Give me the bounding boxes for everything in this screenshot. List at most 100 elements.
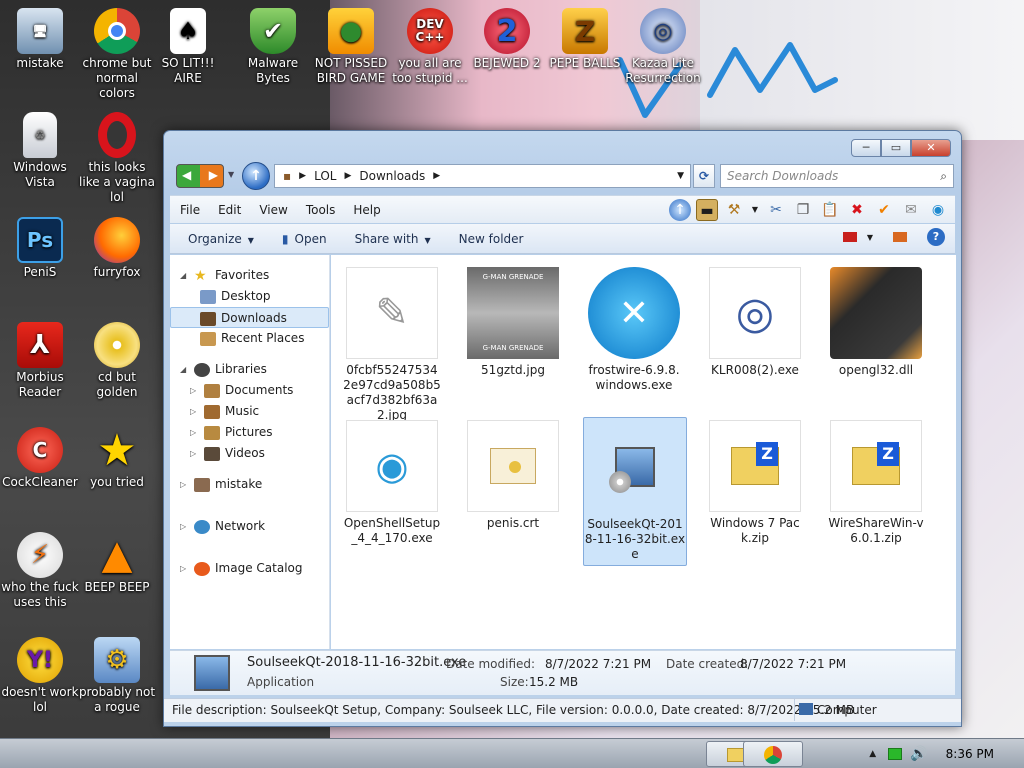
paste-icon[interactable]: 📋 bbox=[819, 199, 841, 221]
file-item[interactable]: opengl32.dll bbox=[827, 267, 925, 378]
desktop-icon-bird-game[interactable]: ● NOT PISSED BIRD GAME bbox=[311, 8, 391, 86]
open-button[interactable]: ▮ Open bbox=[282, 232, 327, 246]
desktop-icon-vlc[interactable]: ▲ BEEP BEEP bbox=[77, 532, 157, 595]
address-dropdown-icon[interactable]: ▼ bbox=[677, 171, 684, 181]
bin-icon: ♻ bbox=[23, 112, 57, 158]
selected-file-name: SoulseekQt-2018-11-16-32bit.exe bbox=[247, 655, 467, 670]
properties-dropdown-icon[interactable]: ▼ bbox=[750, 199, 760, 221]
properties-icon[interactable]: ⚒ bbox=[723, 199, 745, 221]
volume-icon[interactable]: 🔊 bbox=[910, 746, 927, 762]
up-button[interactable]: ↑ bbox=[242, 162, 270, 190]
copy-icon[interactable]: ❐ bbox=[792, 199, 814, 221]
help-icon[interactable]: ? bbox=[927, 228, 945, 246]
nav-image-catalog[interactable]: ▷ Image Catalog bbox=[170, 558, 329, 579]
expand-arrow-icon[interactable]: ▷ bbox=[180, 558, 186, 579]
desktop-icon-yahoo[interactable]: Y! doesn't work lol bbox=[0, 637, 80, 715]
menu-edit[interactable]: Edit bbox=[218, 203, 241, 217]
nav-mistake[interactable]: ▷ mistake bbox=[170, 474, 329, 495]
back-forward-buttons[interactable]: ◀ ▶ bbox=[176, 164, 224, 188]
nav-desktop[interactable]: Desktop bbox=[170, 286, 329, 307]
expand-arrow-icon[interactable]: ▷ bbox=[190, 380, 196, 401]
organize-button[interactable]: Organize ▼ bbox=[188, 232, 254, 246]
nav-libraries[interactable]: ◢ Libraries bbox=[170, 359, 329, 380]
taskbar-chrome[interactable] bbox=[743, 741, 803, 767]
desktop-icon-winamp[interactable]: ⚡ who the fuck uses this bbox=[0, 532, 80, 610]
desktop-icon-malwarebytes[interactable]: ✔ Malware Bytes bbox=[233, 8, 313, 86]
expand-arrow-icon[interactable]: ▷ bbox=[190, 401, 196, 422]
desktop-icon-you-tried[interactable]: ★ you tried bbox=[77, 427, 157, 490]
expand-arrow-icon[interactable]: ▷ bbox=[180, 474, 186, 495]
desktop-icon-golden-cd[interactable]: cd but golden bbox=[77, 322, 157, 400]
desktop-icon-mistake[interactable]: 🖥 mistake bbox=[0, 8, 80, 71]
desktop-icon-pepe-balls[interactable]: Z PEPE BALLS bbox=[545, 8, 625, 71]
nav-favorites[interactable]: ◢ ★ Favorites bbox=[170, 265, 329, 286]
collapse-arrow-icon[interactable]: ◢ bbox=[180, 265, 186, 286]
breadcrumb-downloads[interactable]: Downloads bbox=[359, 169, 425, 183]
preview-pane-icon[interactable] bbox=[893, 232, 907, 242]
desktop-icon-opera[interactable]: this looks like a vagina lol bbox=[77, 112, 157, 205]
file-item[interactable]: G-MAN GRENADE G-MAN GRENADE 51gztd.jpg bbox=[464, 267, 562, 378]
search-input[interactable]: Search Downloads ⌕ bbox=[720, 164, 954, 188]
desktop-icon-firefox[interactable]: furryfox bbox=[77, 217, 157, 280]
view-dropdown-icon[interactable]: ▼ bbox=[867, 233, 873, 242]
nav-network[interactable]: ▷ Network bbox=[170, 516, 329, 537]
desktop-icon-kazaa[interactable]: ◎ Kazaa Lite Resurrection bbox=[623, 8, 703, 86]
file-item[interactable]: ◎ KLR008(2).exe bbox=[706, 267, 804, 378]
file-item[interactable]: ✕ frostwire-6.9.8.windows.exe bbox=[585, 267, 683, 393]
desktop-icon-bejeweled[interactable]: 2 BEJEWED 2 bbox=[467, 8, 547, 71]
nav-videos[interactable]: ▷ Videos bbox=[170, 443, 329, 464]
view-toggle-icon[interactable]: ▬ bbox=[696, 199, 718, 221]
file-item-selected[interactable]: SoulseekQt-2018-11-16-32bit.exe bbox=[583, 417, 687, 566]
menu-file[interactable]: File bbox=[180, 203, 200, 217]
menu-tools[interactable]: Tools bbox=[306, 203, 336, 217]
file-item[interactable]: penis.crt bbox=[464, 420, 562, 531]
address-bar[interactable]: ▪ ▶ LOL ▶ Downloads ▶ ▼ bbox=[274, 164, 691, 188]
nav-recent-places[interactable]: Recent Places bbox=[170, 328, 329, 349]
expand-arrow-icon[interactable]: ▷ bbox=[190, 443, 196, 464]
desktop-icon-acrobat[interactable]: ⅄ Morbius Reader bbox=[0, 322, 80, 400]
maximize-button[interactable]: ▭ bbox=[881, 139, 911, 157]
file-item[interactable]: Z WireShareWin-v6.0.1.zip bbox=[827, 420, 925, 546]
clock[interactable]: 8:36 PM bbox=[946, 747, 994, 761]
view-mode-icon[interactable] bbox=[842, 232, 857, 242]
file-item[interactable]: Z Windows 7 Pack.zip bbox=[706, 420, 804, 546]
menu-help[interactable]: Help bbox=[353, 203, 380, 217]
nav-documents[interactable]: ▷ Documents bbox=[170, 380, 329, 401]
recent-pages-dropdown[interactable]: ▼ bbox=[228, 170, 234, 179]
desktop-folder-icon bbox=[200, 289, 216, 304]
acrobat-icon: ⅄ bbox=[17, 322, 63, 368]
desktop-icon-rogue[interactable]: ⚙ probably not a rogue bbox=[77, 637, 157, 715]
desktop-icon-windows-vista[interactable]: ♻ Windows Vista bbox=[0, 112, 80, 190]
email-icon[interactable]: ✉ bbox=[900, 199, 922, 221]
refresh-button[interactable]: ⟳ bbox=[693, 164, 715, 188]
show-hidden-icons[interactable]: ▲ bbox=[869, 749, 876, 759]
shell-icon[interactable]: ◉ bbox=[927, 199, 949, 221]
desktop-icon-photoshop[interactable]: Ps PeniS bbox=[0, 217, 80, 280]
up-folder-icon[interactable]: ↑ bbox=[669, 199, 691, 221]
delete-icon[interactable]: ✖ bbox=[846, 199, 868, 221]
search-icon[interactable]: ⌕ bbox=[940, 165, 947, 187]
yahoo-icon: Y! bbox=[17, 637, 63, 683]
cut-icon[interactable]: ✂ bbox=[765, 199, 787, 221]
nav-music[interactable]: ▷ Music bbox=[170, 401, 329, 422]
share-with-button[interactable]: Share with ▼ bbox=[355, 232, 431, 246]
menu-view[interactable]: View bbox=[259, 203, 287, 217]
file-item[interactable]: ◉ OpenShellSetup_4_4_170.exe bbox=[343, 420, 441, 546]
desktop-icon-chrome[interactable]: chrome but normal colors bbox=[77, 8, 157, 101]
minimize-button[interactable]: ─ bbox=[851, 139, 881, 157]
network-tray-icon[interactable] bbox=[888, 748, 903, 760]
desktop-icon-solitaire[interactable]: ♠ SO LIT!!! AIRE bbox=[148, 8, 228, 86]
breadcrumb-lol[interactable]: LOL bbox=[314, 169, 336, 183]
nav-downloads[interactable]: Downloads bbox=[170, 307, 329, 328]
desktop-icon-ccleaner[interactable]: C CockCleaner bbox=[0, 427, 80, 490]
file-item[interactable]: ✎ 0fcbf552475342e97cd9a508b5acf7d382bf63… bbox=[343, 267, 441, 423]
expand-arrow-icon[interactable]: ▷ bbox=[180, 516, 186, 537]
expand-arrow-icon[interactable]: ▷ bbox=[190, 422, 196, 443]
explorer-window[interactable]: ─ ▭ ✕ ◀ ▶ ▼ ↑ ▪ ▶ LOL ▶ Downloads ▶ ▼ ⟳ … bbox=[163, 130, 962, 727]
nav-pictures[interactable]: ▷ Pictures bbox=[170, 422, 329, 443]
collapse-arrow-icon[interactable]: ◢ bbox=[180, 359, 186, 380]
new-folder-button[interactable]: New folder bbox=[459, 232, 524, 246]
desktop-icon-devcpp[interactable]: DEV C++ you all are too stupid ... bbox=[390, 8, 470, 86]
close-button[interactable]: ✕ bbox=[911, 139, 951, 157]
check-icon[interactable]: ✔ bbox=[873, 199, 895, 221]
